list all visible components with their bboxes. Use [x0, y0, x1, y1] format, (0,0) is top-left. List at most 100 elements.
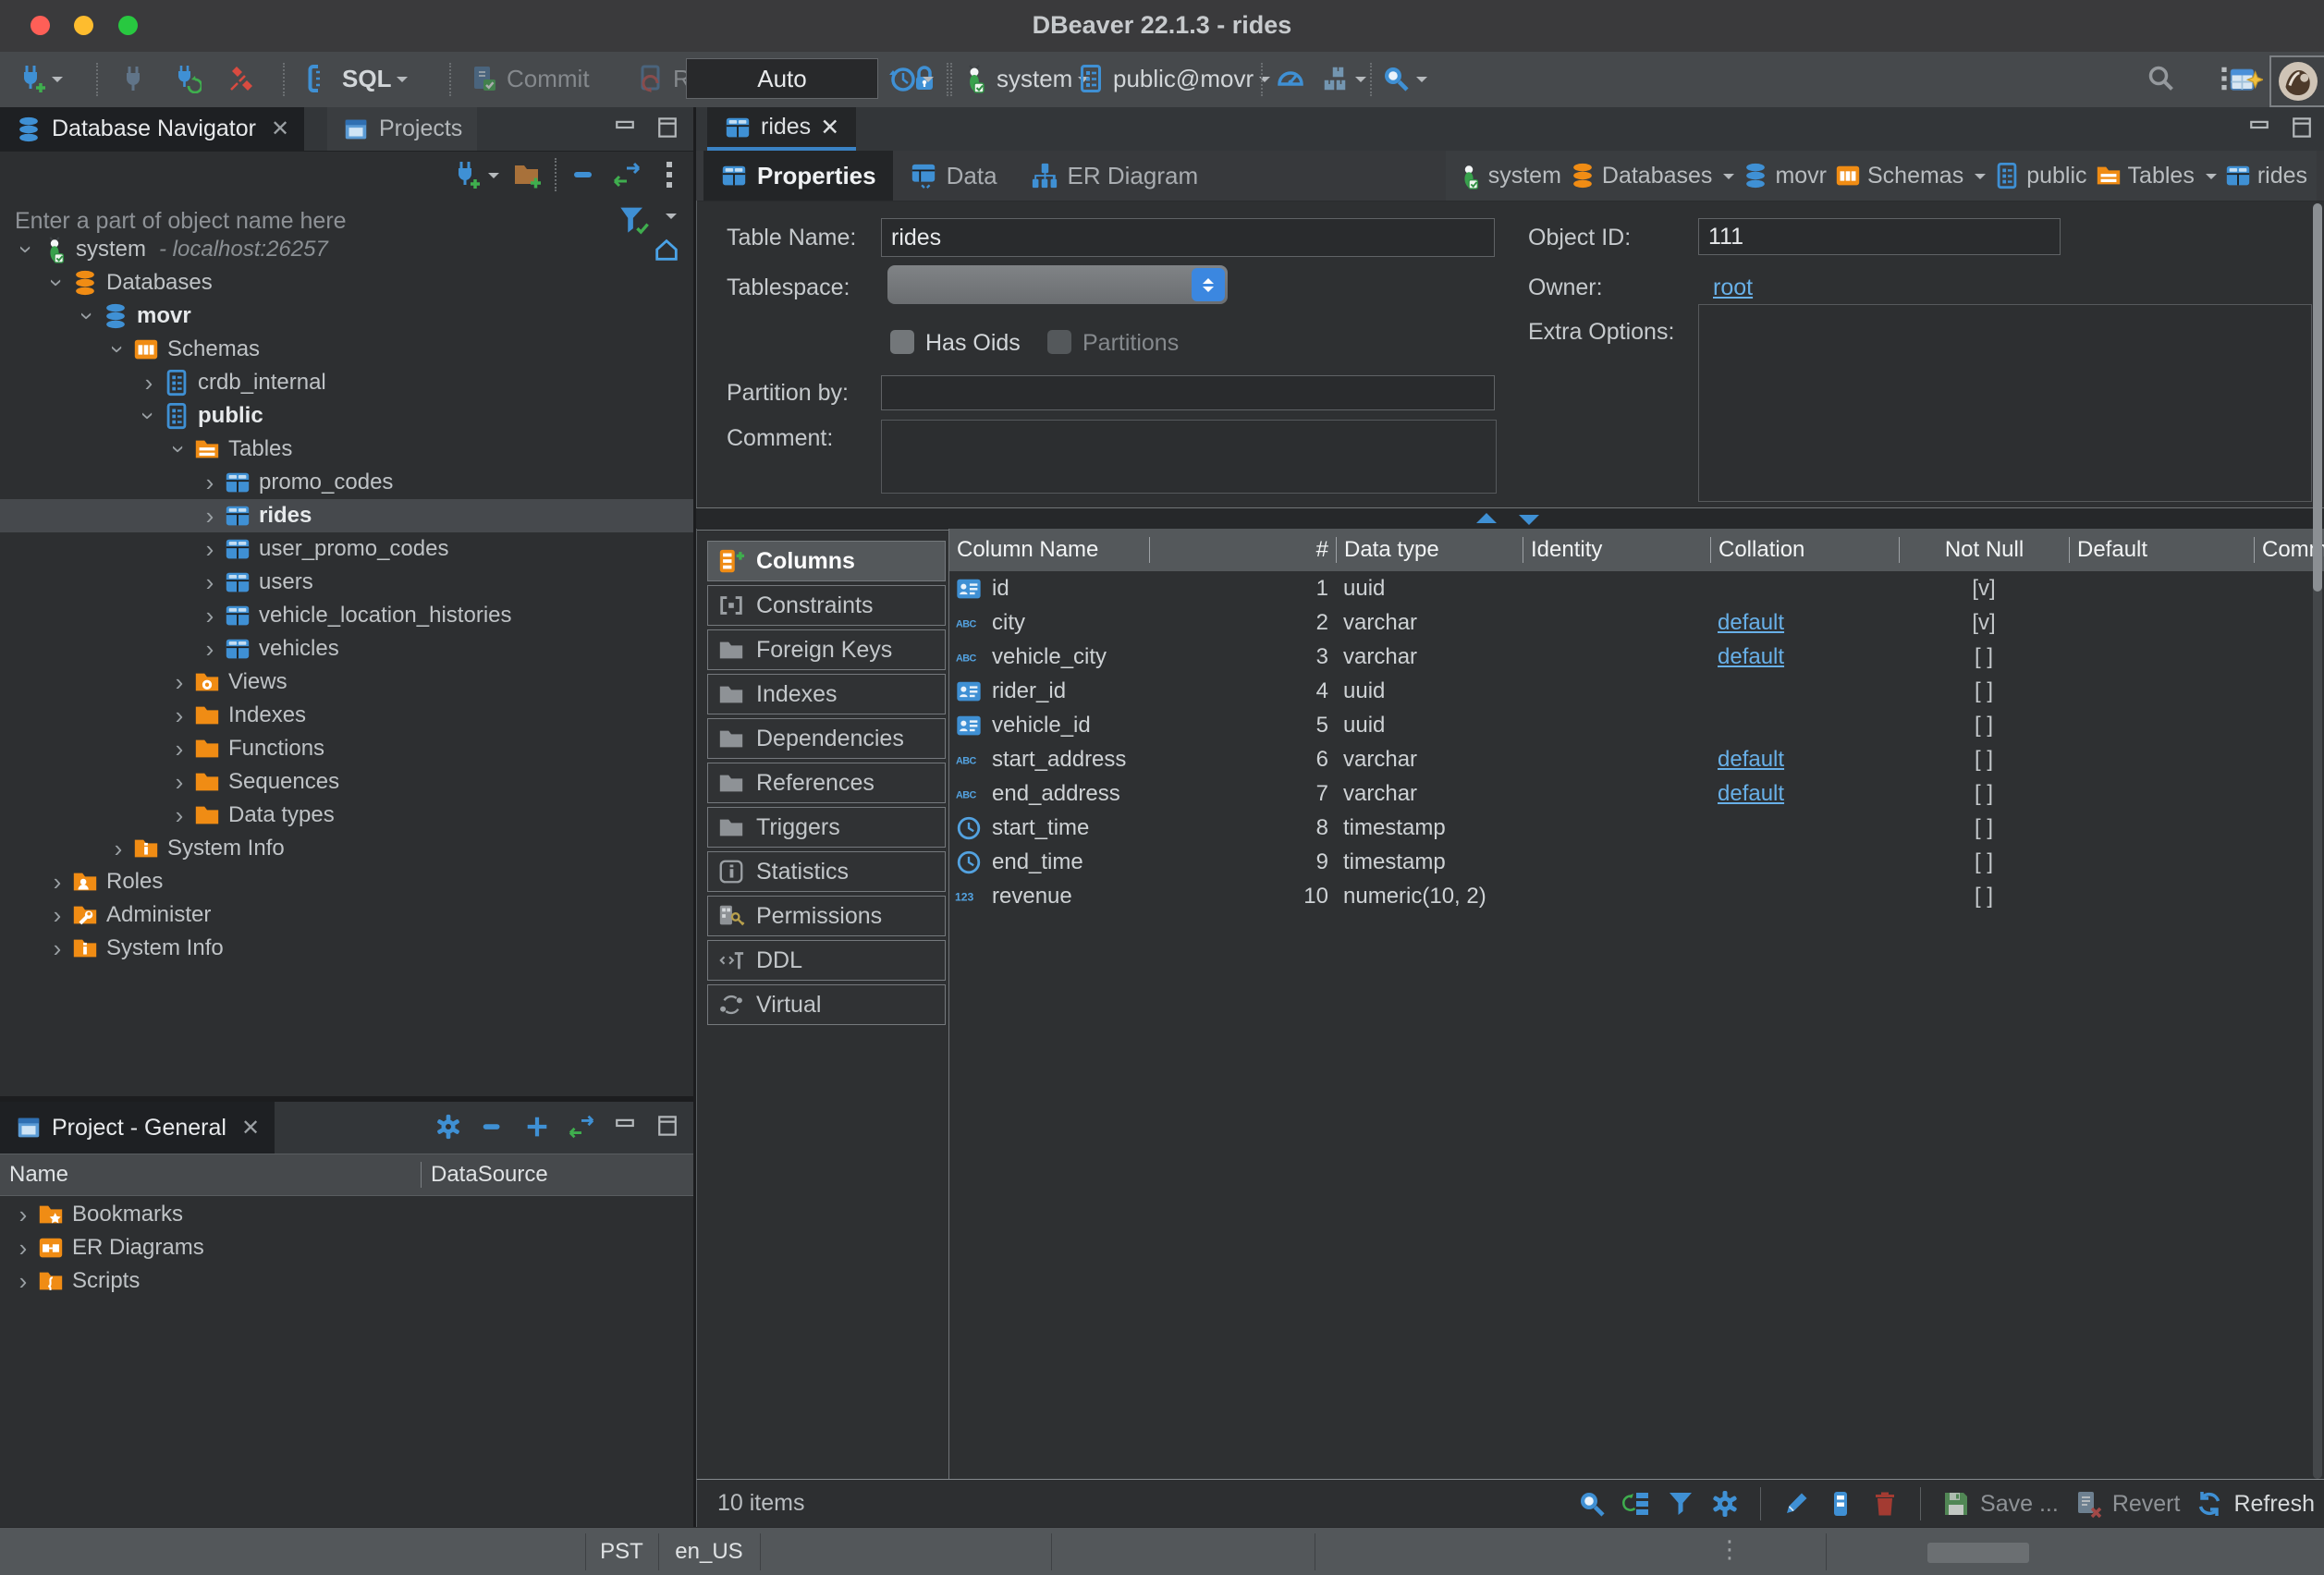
side-tab-dependencies[interactable]: Dependencies: [707, 718, 946, 759]
tree-item-system[interactable]: ›system- localhost:26257: [0, 233, 693, 266]
tree-item-tables[interactable]: ›Tables: [0, 433, 693, 466]
gear-icon[interactable]: [1710, 1489, 1740, 1519]
subtab-properties[interactable]: Properties: [703, 151, 893, 201]
tree-item-roles[interactable]: ›Roles: [0, 865, 693, 898]
collation-default-link[interactable]: default: [1718, 747, 1784, 772]
chevron-right-icon[interactable]: ›: [9, 1201, 37, 1228]
side-tab-references[interactable]: References: [707, 763, 946, 803]
disconnect-button[interactable]: [227, 64, 257, 93]
grid-column-header-data-type[interactable]: Data type: [1336, 537, 1523, 563]
editor-scrollbar[interactable]: [2313, 203, 2322, 1479]
connect-button[interactable]: [118, 64, 148, 93]
new-folder-icon[interactable]: [512, 160, 542, 189]
open-perspective-button[interactable]: [2228, 64, 2263, 96]
grid-column-header-collation[interactable]: Collation: [1710, 537, 1899, 563]
new-connection-icon[interactable]: [451, 160, 481, 189]
filter-icon[interactable]: [618, 202, 651, 236]
sash-divider[interactable]: [696, 507, 2324, 531]
revert-label[interactable]: Revert: [2112, 1491, 2181, 1518]
grid-row-end-time[interactable]: end_time9timestamp[ ]: [949, 845, 2324, 879]
commit-mode-select[interactable]: Auto: [686, 58, 878, 99]
active-connection-select[interactable]: system: [960, 64, 1089, 93]
chevron-right-icon[interactable]: ›: [9, 1234, 37, 1262]
chevron-right-icon[interactable]: ›: [196, 602, 224, 629]
tree-item-public[interactable]: ›public: [0, 399, 693, 433]
collation-default-link[interactable]: default: [1718, 644, 1784, 669]
reconnect-button[interactable]: [172, 64, 202, 93]
minimize-panel-icon[interactable]: [2246, 115, 2272, 140]
delete-icon[interactable]: [1870, 1489, 1900, 1519]
chevron-down-icon[interactable]: ›: [104, 336, 132, 363]
grid-column-header-column-name[interactable]: Column Name: [949, 537, 1149, 563]
column-header-datasource[interactable]: DataSource: [421, 1162, 693, 1188]
grid-row-vehicle-id[interactable]: vehicle_id5uuid[ ]: [949, 708, 2324, 742]
tree-item-system-info[interactable]: ›System Info: [0, 932, 693, 965]
has-oids-checkbox[interactable]: [890, 330, 914, 354]
side-tab-permissions[interactable]: Permissions: [707, 896, 946, 936]
chevron-right-icon[interactable]: ›: [104, 835, 132, 862]
expand-all-icon[interactable]: [523, 1113, 551, 1141]
tree-item-promo-codes[interactable]: ›promo_codes: [0, 466, 693, 499]
chevron-right-icon[interactable]: ›: [165, 668, 193, 696]
dashboard-button[interactable]: [1276, 64, 1305, 93]
tree-item-crdb-internal[interactable]: ›crdb_internal: [0, 366, 693, 399]
refresh-columns-icon[interactable]: [1621, 1489, 1651, 1519]
commit-button[interactable]: Commit: [470, 64, 590, 93]
sql-editor-button[interactable]: SQL: [305, 64, 408, 93]
revert-icon[interactable]: [2073, 1489, 2103, 1519]
chevron-right-icon[interactable]: ›: [43, 934, 71, 962]
grid-column-header-not-null[interactable]: Not Null: [1899, 537, 2069, 563]
tree-item-functions[interactable]: ›Functions: [0, 732, 693, 765]
gear-icon[interactable]: [434, 1113, 462, 1141]
side-tab-triggers[interactable]: Triggers: [707, 807, 946, 848]
grid-row-city[interactable]: ABCcity2varchardefault[v]: [949, 605, 2324, 640]
tree-item-system-info[interactable]: ›System Info: [0, 832, 693, 865]
tree-item-databases[interactable]: ›Databases: [0, 266, 693, 299]
column-header-name[interactable]: Name: [0, 1162, 421, 1188]
tree-item-user-promo-codes[interactable]: ›user_promo_codes: [0, 532, 693, 566]
chevron-down-icon[interactable]: ›: [43, 269, 71, 297]
owner-link[interactable]: root: [1713, 275, 1753, 301]
chevron-right-icon[interactable]: ›: [165, 768, 193, 796]
maximize-panel-icon[interactable]: [2289, 115, 2315, 140]
status-locale[interactable]: en_US: [658, 1539, 760, 1565]
chevron-right-icon[interactable]: ›: [196, 568, 224, 596]
chevron-right-icon[interactable]: ›: [165, 702, 193, 729]
project-item-bookmarks[interactable]: ›Bookmarks: [0, 1198, 693, 1231]
grid-column-header-default[interactable]: Default: [2069, 537, 2254, 563]
breadcrumb-databases[interactable]: Databases: [1569, 162, 1735, 189]
tree-item-sequences[interactable]: ›Sequences: [0, 765, 693, 799]
table-name-input[interactable]: [881, 218, 1495, 257]
collation-default-link[interactable]: default: [1718, 610, 1784, 635]
breadcrumb-public[interactable]: public: [1993, 162, 2086, 189]
save-icon[interactable]: [1941, 1489, 1971, 1519]
tree-item-indexes[interactable]: ›Indexes: [0, 699, 693, 732]
grid-column-header--[interactable]: #: [1149, 537, 1336, 563]
grid-column-header-identity[interactable]: Identity: [1523, 537, 1710, 563]
collapse-up-icon[interactable]: [1476, 513, 1497, 523]
tab-projects[interactable]: Projects: [327, 107, 477, 151]
breadcrumb-system[interactable]: system: [1455, 162, 1561, 189]
grid-row-start-address[interactable]: ABCstart_address6varchardefault[ ]: [949, 742, 2324, 776]
comment-textarea[interactable]: [881, 420, 1497, 494]
tree-item-users[interactable]: ›users: [0, 566, 693, 599]
side-tab-foreign-keys[interactable]: Foreign Keys: [707, 629, 946, 670]
project-item-scripts[interactable]: ›Scripts: [0, 1264, 693, 1298]
link-with-editor-icon[interactable]: [568, 1113, 595, 1141]
editor-tab-rides[interactable]: rides ✕: [707, 107, 856, 151]
chevron-down-icon[interactable]: [1723, 174, 1734, 185]
subtab-data[interactable]: Data: [893, 151, 1014, 201]
collapse-all-icon[interactable]: [569, 160, 599, 189]
breadcrumb-schemas[interactable]: Schemas: [1834, 162, 1986, 189]
tree-item-vehicle-location-histories[interactable]: ›vehicle_location_histories: [0, 599, 693, 632]
refresh-icon[interactable]: [2195, 1489, 2224, 1519]
chevron-down-icon[interactable]: ›: [165, 435, 193, 463]
status-grip-icon[interactable]: ⋮: [1718, 1535, 1742, 1564]
view-columns-icon[interactable]: [1826, 1489, 1855, 1519]
side-tab-statistics[interactable]: Statistics: [707, 851, 946, 892]
close-icon[interactable]: ✕: [241, 1115, 260, 1142]
chevron-right-icon[interactable]: ›: [196, 502, 224, 530]
save-label[interactable]: Save ...: [1980, 1491, 2059, 1518]
quick-search-button[interactable]: [2147, 64, 2176, 93]
refresh-label[interactable]: Refresh: [2233, 1491, 2315, 1518]
